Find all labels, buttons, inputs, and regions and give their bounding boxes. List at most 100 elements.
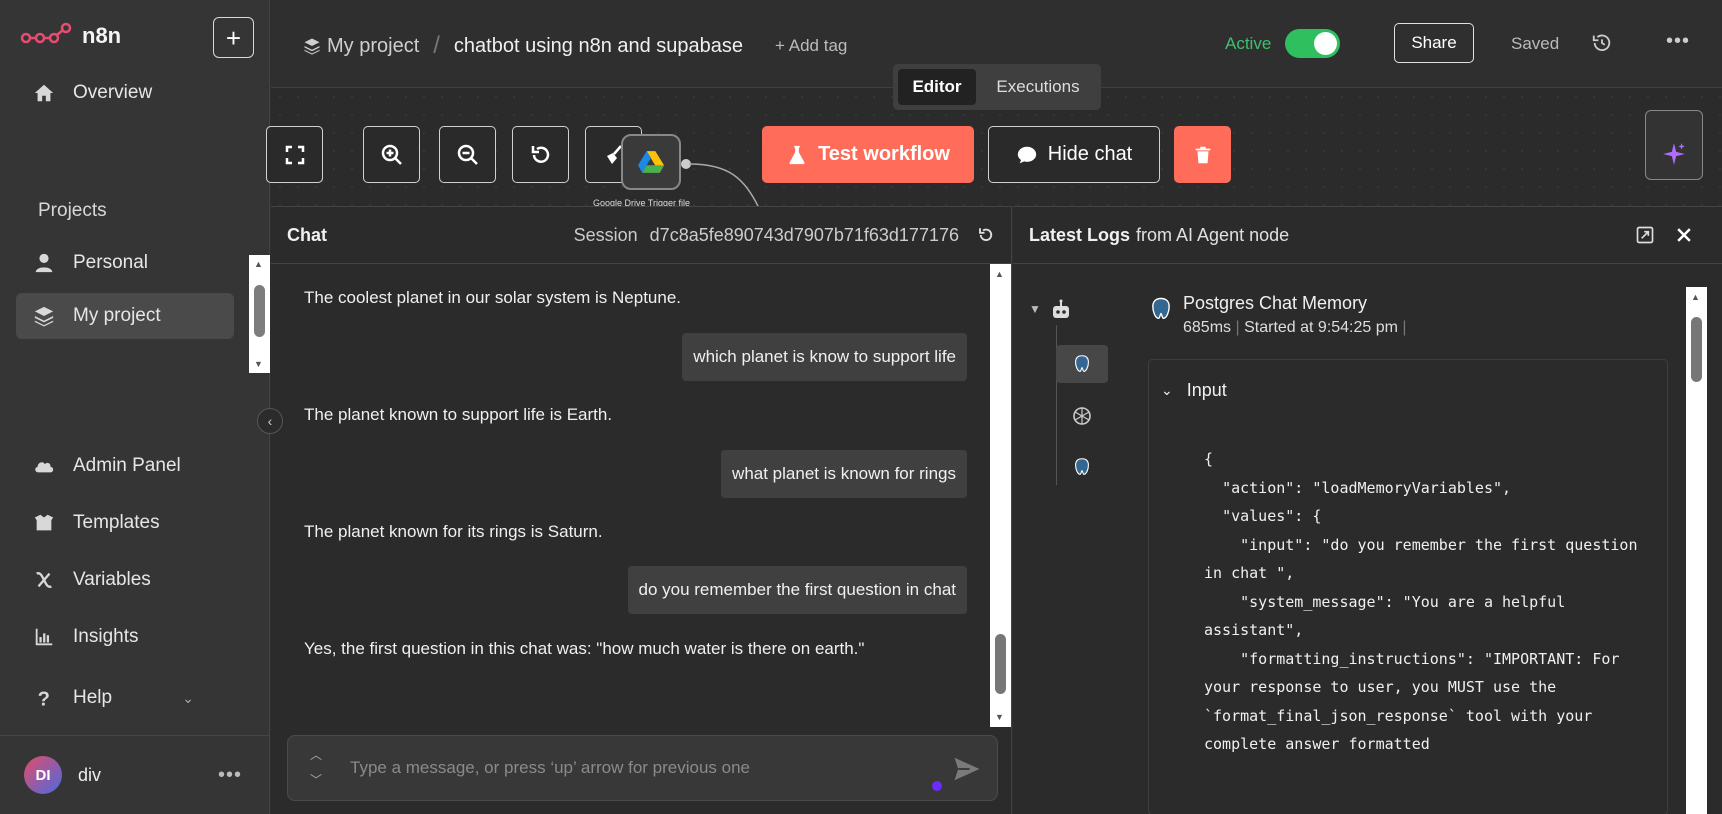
layers-icon [34,306,54,327]
scroll-down-icon[interactable]: ▼ [254,359,263,369]
user-message: what planet is known for rings [721,450,967,498]
chevron-up-icon[interactable]: ︿ [310,746,322,763]
avatar: DI [24,756,62,794]
scrollbar-thumb[interactable] [995,634,1006,694]
question-icon: ? [38,688,50,709]
tab-executions[interactable]: Executions [982,69,1094,105]
hide-chat-button[interactable]: Hide chat [988,126,1160,183]
layers-icon [304,38,320,55]
tree-item-postgres-memory-2[interactable] [1056,448,1108,486]
brand-logo[interactable]: n8n [20,22,121,50]
share-button[interactable]: Share [1394,23,1474,63]
flask-icon [789,145,805,164]
more-options-icon[interactable]: ••• [218,764,242,787]
logs-header: Latest Logs from AI Agent node [1013,207,1722,264]
add-tag-button[interactable]: + Add tag [775,36,847,56]
test-workflow-label: Test workflow [818,143,950,165]
bot-message: The planet known for its rings is Saturn… [304,522,603,541]
sidebar-item-personal[interactable]: Personal [16,240,234,286]
scrollbar-thumb[interactable] [254,285,265,337]
tree-item-postgres-memory[interactable] [1056,345,1108,383]
sidebar-item-insights[interactable]: Insights [16,614,234,660]
chat-panel: Chat Session d7c8a5fe890743d7907b71f63d1… [271,206,1012,814]
sidebar-scrollbar[interactable]: ▲ ▼ [249,255,270,373]
chat-scrollbar[interactable]: ▲ ▼ [990,264,1011,727]
more-options-icon[interactable]: ••• [1666,30,1690,53]
history-arrows[interactable]: ︿ ﹀ [310,746,322,788]
workflow-name[interactable]: chatbot using n8n and supabase [454,35,743,58]
brand-name: n8n [82,23,122,48]
sidebar-item-overview[interactable]: Overview [16,70,234,116]
chevron-down-icon[interactable]: ▼ [1029,302,1041,316]
bot-message: The planet known to support life is Eart… [304,405,613,424]
fullscreen-icon [285,145,304,164]
zoom-out-button[interactable] [439,126,496,183]
logs-scrollbar[interactable]: ▲ [1686,287,1707,814]
bar-chart-icon [35,628,53,646]
chevron-down-icon[interactable]: ﹀ [310,771,322,788]
tab-editor[interactable]: Editor [898,69,976,105]
svg-text:?: ? [38,688,50,709]
refresh-session-icon[interactable] [977,226,995,244]
collapse-sidebar-button[interactable]: ‹ [257,408,283,434]
scroll-up-icon[interactable]: ▲ [995,269,1004,279]
sidebar-item-label: Personal [73,252,148,273]
scroll-down-icon[interactable]: ▼ [995,712,1004,722]
trash-icon [1195,146,1210,163]
chat-message-input[interactable] [350,752,910,784]
user-message: do you remember the first question in ch… [627,566,967,614]
sidebar-item-my-project[interactable]: My project [16,293,234,339]
tree-item-openai-model[interactable] [1056,397,1108,435]
bot-message: The coolest planet in our solar system i… [304,288,682,307]
view-tabs: Editor Executions [893,64,1101,110]
sidebar-item-variables[interactable]: Variables [16,557,234,603]
scroll-up-icon[interactable]: ▲ [1691,292,1700,302]
n8n-logo-icon [20,22,72,44]
delete-execution-button[interactable] [1174,126,1231,183]
robot-icon[interactable] [1049,298,1073,322]
duration: 685ms [1183,319,1232,336]
close-icon[interactable] [1674,225,1694,245]
logs-subtitle: from AI Agent node [1136,224,1290,245]
chevron-down-icon: ⌄ [182,689,194,706]
reset-zoom-button[interactable] [512,126,569,183]
project-name: My project [327,34,420,57]
sidebar-item-label: Overview [73,82,153,103]
history-icon[interactable] [1591,32,1613,54]
create-new-button[interactable]: + [213,17,254,58]
sidebar-item-templates[interactable]: Templates [16,500,234,546]
logs-title: Latest Logs [1029,224,1131,245]
input-section-toggle[interactable]: ⌄ Input [1161,380,1227,401]
projects-section-label: Projects [38,200,107,221]
chat-header: Chat Session d7c8a5fe890743d7907b71f63d1… [271,207,1011,264]
breadcrumb-separator: / [433,32,440,59]
scroll-up-icon[interactable]: ▲ [254,259,263,269]
logs-panel: Latest Logs from AI Agent node ▼ Postgre… [1013,206,1722,814]
breadcrumb: My project / chatbot using n8n and supab… [303,32,847,60]
undo-icon [531,145,549,163]
open-external-icon[interactable] [1635,225,1655,245]
postgres-icon [1075,458,1089,475]
fit-view-button[interactable] [266,126,323,183]
connection-line [689,163,759,208]
user-menu[interactable]: DI div ••• [0,735,270,814]
ask-ai-button[interactable] [1645,110,1703,180]
workflow-canvas[interactable]: Editor Executions Google Drive Trigger f… [266,64,1722,208]
test-workflow-button[interactable]: Test workflow [762,126,974,183]
scrollbar-thumb[interactable] [1691,317,1702,382]
sidebar-item-help[interactable]: ? Help ⌄ [16,675,234,721]
zoom-in-icon [381,144,402,165]
google-drive-icon [638,151,664,173]
google-drive-trigger-node[interactable] [621,134,681,190]
session-info: Session d7c8a5fe890743d7907b71f63d177176 [574,225,959,246]
breadcrumb-project[interactable]: My project [303,35,419,58]
started-at: Started at 9:54:25 pm [1244,319,1398,336]
send-icon[interactable] [952,754,982,784]
home-icon [34,84,54,102]
json-viewer: { "action": "loadMemoryVariables", "valu… [1204,450,1638,753]
active-toggle[interactable] [1285,29,1340,58]
sidebar-item-admin-panel[interactable]: Admin Panel [16,443,234,489]
zoom-in-button[interactable] [363,126,420,183]
sidebar-item-label: Insights [73,626,139,647]
openai-icon [1073,407,1091,425]
